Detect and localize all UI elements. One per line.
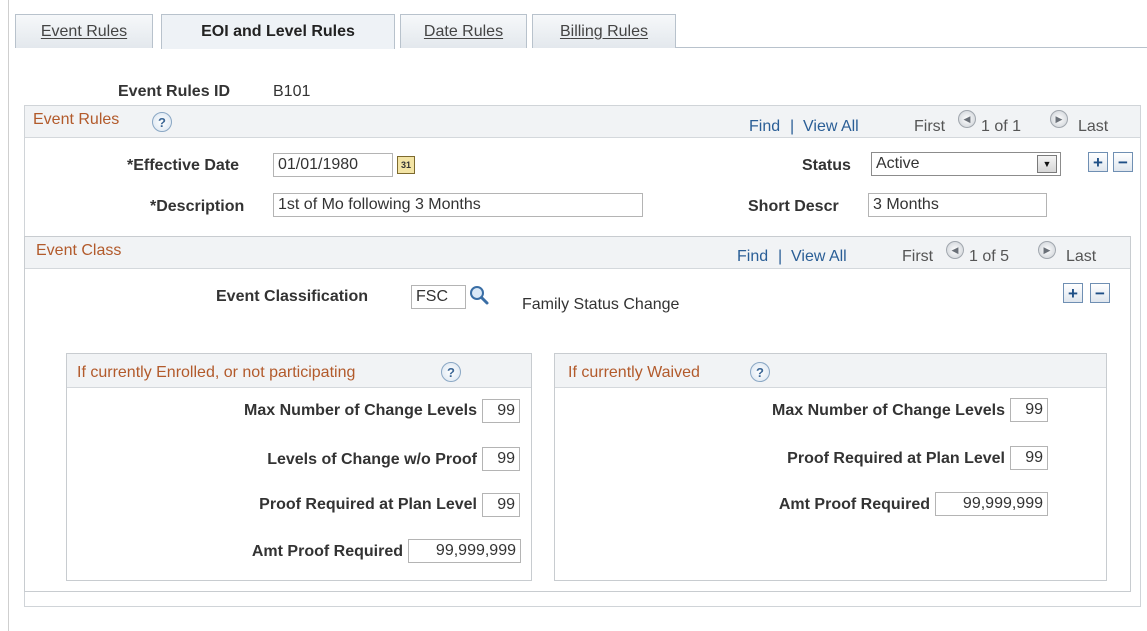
lookup-icon[interactable] — [468, 284, 490, 306]
next-arrow-icon[interactable]: ▶ — [1038, 241, 1056, 259]
last-label: Last — [1078, 118, 1109, 135]
amt-proof-required-label: Amt Proof Required — [778, 496, 930, 513]
event-rules-id-label: Event Rules ID — [118, 83, 231, 100]
tab-eoi-level-rules[interactable]: EOI and Level Rules — [161, 14, 395, 49]
find-link[interactable]: Find — [749, 118, 780, 136]
effective-date-field[interactable]: 01/01/1980 — [273, 153, 393, 177]
calendar-icon[interactable]: 31 — [397, 156, 415, 174]
tab-label: ate Rules — [435, 22, 504, 40]
previous-arrow-icon[interactable]: ◀ — [958, 110, 976, 128]
link-separator: | — [778, 248, 783, 265]
proof-plan-level-field[interactable]: 99 — [1010, 446, 1048, 470]
description-label: *Description — [150, 198, 245, 215]
page-frame-left — [8, 0, 9, 631]
levels-without-proof-field[interactable]: 99 — [482, 447, 520, 471]
event-class-header — [25, 237, 1130, 269]
status-value: Active — [876, 155, 920, 172]
next-arrow-icon[interactable]: ▶ — [1050, 110, 1068, 128]
tab-hotkey: B — [559, 22, 571, 40]
max-change-levels-field[interactable]: 99 — [1010, 398, 1048, 422]
event-classification-field[interactable]: FSC — [411, 285, 466, 309]
tab-date-rules[interactable]: Date Rules — [400, 14, 527, 48]
link-separator: | — [790, 118, 795, 135]
delete-row-button[interactable]: − — [1090, 283, 1110, 303]
event-class-title: Event Class — [36, 242, 122, 259]
proof-plan-level-field[interactable]: 99 — [482, 493, 520, 517]
add-row-button[interactable]: + — [1088, 152, 1108, 172]
tab-label: vent Rules — [51, 22, 128, 40]
event-classification-description: Family Status Change — [522, 296, 680, 313]
delete-row-button[interactable]: − — [1113, 152, 1133, 172]
tab-hotkey: D — [423, 22, 436, 40]
chevron-down-icon[interactable]: ▼ — [1037, 155, 1057, 173]
tab-event-rules[interactable]: Event Rules — [15, 14, 153, 48]
add-row-button[interactable]: + — [1063, 283, 1083, 303]
tab-hotkey: E — [40, 22, 52, 40]
proof-plan-level-label: Proof Required at Plan Level — [259, 496, 477, 513]
short-descr-label: Short Descr — [748, 198, 839, 215]
short-descr-field[interactable]: 3 Months — [868, 193, 1047, 217]
row-count: 1 of 1 — [981, 118, 1022, 135]
previous-arrow-icon[interactable]: ◀ — [946, 241, 964, 259]
event-classification-label: Event Classification — [216, 288, 369, 305]
max-change-levels-label: Max Number of Change Levels — [244, 402, 477, 419]
tab-baseline — [676, 47, 1147, 48]
max-change-levels-field[interactable]: 99 — [482, 399, 520, 423]
amt-proof-required-field[interactable]: 99,999,999 — [935, 492, 1048, 516]
tab-label: EOI and Level Rules — [201, 23, 355, 40]
tab-label: illing Rules — [570, 22, 649, 40]
enrolled-group-title: If currently Enrolled, or not participat… — [77, 364, 356, 381]
find-link[interactable]: Find — [737, 248, 768, 266]
row-count: 1 of 5 — [969, 248, 1010, 265]
view-all-link[interactable]: View All — [803, 118, 859, 136]
levels-without-proof-label: Levels of Change w/o Proof — [267, 451, 477, 468]
status-label: Status — [802, 157, 851, 174]
first-label: First — [902, 248, 934, 265]
max-change-levels-label: Max Number of Change Levels — [772, 402, 1005, 419]
description-field[interactable]: 1st of Mo following 3 Months — [273, 193, 643, 217]
tab-billing-rules[interactable]: Billing Rules — [532, 14, 676, 48]
event-rules-id-value: B101 — [273, 83, 311, 100]
effective-date-label: *Effective Date — [127, 157, 240, 174]
amt-proof-required-field[interactable]: 99,999,999 — [408, 539, 521, 563]
status-select[interactable]: Active — [871, 152, 1061, 176]
waived-group-title: If currently Waived — [568, 364, 700, 381]
first-label: First — [914, 118, 946, 135]
view-all-link[interactable]: View All — [791, 248, 847, 266]
help-icon[interactable]: ? — [750, 362, 770, 382]
amt-proof-required-label: Amt Proof Required — [251, 543, 403, 560]
help-icon[interactable]: ? — [441, 362, 461, 382]
event-rules-title: Event Rules — [33, 111, 120, 128]
last-label: Last — [1066, 248, 1097, 265]
proof-plan-level-label: Proof Required at Plan Level — [787, 450, 1005, 467]
help-icon[interactable]: ? — [152, 112, 172, 132]
